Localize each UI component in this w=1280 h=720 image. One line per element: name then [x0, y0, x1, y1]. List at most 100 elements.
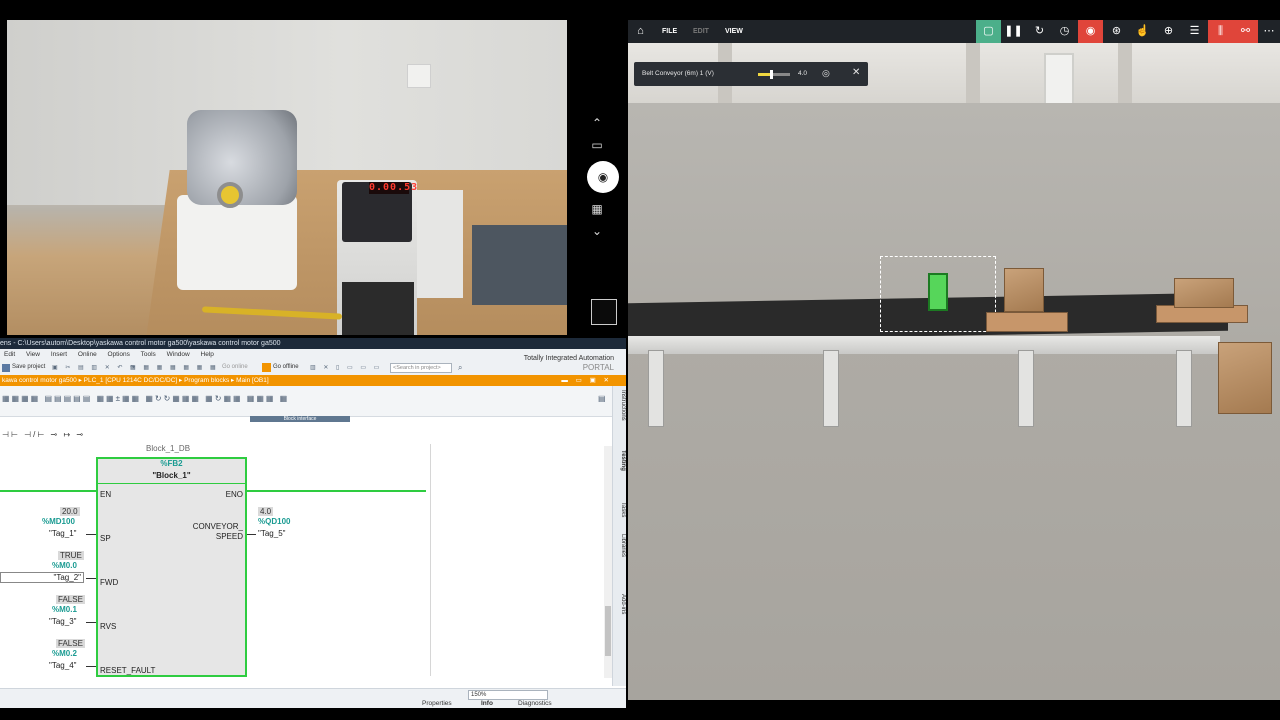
tab-addins[interactable]: Add-ins: [614, 594, 626, 614]
fb-address: %FB2: [160, 459, 183, 468]
go-offline-button[interactable]: Go offline: [273, 364, 299, 370]
menu-edit[interactable]: EDIT: [693, 20, 709, 43]
sim-toolbar: ⌂ FILE EDIT VIEW ▢ ❚❚ ↻ ◷ ◉ ⊛ ☝ ⊕ ☰ ⫼ ⚯ …: [628, 20, 1280, 43]
camera-record-icon[interactable]: ◉: [1078, 20, 1103, 43]
editor-options-icon[interactable]: ▤: [598, 394, 606, 403]
pin-rvs: RVS: [100, 622, 117, 631]
tab-instructions[interactable]: Instructions: [614, 390, 626, 421]
sp-tag[interactable]: "Tag_1": [49, 529, 76, 538]
go-offline-icon: [262, 363, 271, 372]
scrollbar-thumb[interactable]: [605, 606, 611, 656]
zoom-select[interactable]: 150%: [468, 690, 548, 700]
output-tag[interactable]: "Tag_5": [258, 529, 285, 538]
tab-testing[interactable]: Testing: [614, 450, 626, 471]
list-icon[interactable]: ☰: [1182, 20, 1207, 43]
en-wire: [0, 490, 96, 492]
fb-header-divider: [98, 483, 245, 484]
ladder-elements-icon[interactable]: ⊣⊢ ⊣/⊢ ⊸ ↦ ⊸: [2, 430, 85, 439]
menu-view[interactable]: VIEW: [725, 20, 743, 43]
pin-fwd: FWD: [100, 578, 119, 587]
chevron-up-icon[interactable]: ⌃: [589, 115, 605, 131]
edit-tools-icon[interactable]: ▣ ✂ ▤ ▥ ✕ ↶ ↷: [52, 364, 138, 371]
breadcrumb: kawa control motor ga500 ▸ PLC_1 [CPU 12…: [0, 375, 626, 386]
pillar: [1118, 43, 1132, 103]
vertical-scrollbar[interactable]: [604, 446, 612, 678]
pin-reset-fault: RESET_FAULT: [100, 666, 156, 675]
rvs-tag[interactable]: "Tag_3": [49, 617, 76, 626]
rvs-value: FALSE: [56, 595, 85, 604]
home-icon[interactable]: ⌂: [628, 20, 653, 43]
window-controls-icon[interactable]: ▬ ▭ ▣ ✕: [561, 375, 612, 386]
search-icon[interactable]: ⌕: [458, 363, 462, 373]
pallet: [986, 312, 1068, 332]
vfd-base: [342, 282, 414, 335]
vfd-display: 0.00.53: [369, 182, 419, 194]
chevron-down-icon[interactable]: ⌄: [589, 223, 605, 239]
menu-tools[interactable]: Tools: [141, 351, 156, 358]
rvs-address[interactable]: %M0.1: [52, 605, 77, 614]
menu-options[interactable]: Options: [108, 351, 130, 358]
drivers-icon[interactable]: ⚯: [1233, 20, 1258, 43]
conveyor-control-panel: Belt Conveyor (6m) 1 (V) 4.0 ◎ ✕: [634, 62, 868, 86]
sp-value: 20.0: [60, 507, 80, 516]
cardboard-box[interactable]: [1174, 278, 1234, 308]
menu-help[interactable]: Help: [201, 351, 214, 358]
fwd-tag[interactable]: "Tag_2": [0, 572, 84, 583]
editor-tools-icon[interactable]: ▦▦▦▦ ▤▤▤▤▤ ▦▦±▦▦ ▦↻↻▦▦▦ ▦↻▦▦ ▦▦▦ ▦: [2, 394, 289, 403]
hand-icon[interactable]: ☝: [1130, 20, 1155, 43]
pause-icon[interactable]: ❚❚: [1001, 20, 1026, 43]
reset-tag[interactable]: "Tag_4": [49, 661, 76, 670]
camera-icon[interactable]: ◉: [587, 161, 619, 193]
function-block[interactable]: %FB2 "Block_1" EN SP FWD RVS RESET_FAULT…: [96, 457, 247, 677]
menu-edit[interactable]: Edit: [4, 351, 15, 358]
sensor-toggle-icon[interactable]: ⊛: [1104, 20, 1129, 43]
camera-controls: ⌃ ▭ ◉ ▦ ⌄: [567, 20, 627, 335]
tab-properties[interactable]: Properties: [422, 700, 452, 707]
reset-address[interactable]: %M0.2: [52, 649, 77, 658]
pin-en: EN: [100, 490, 112, 499]
menu-insert[interactable]: Insert: [51, 351, 67, 358]
capture-thumbnail[interactable]: [591, 299, 617, 325]
cardboard-box[interactable]: [1004, 268, 1044, 312]
fwd-connector: [86, 578, 96, 579]
speed-slider[interactable]: [758, 70, 790, 79]
more-icon[interactable]: ⋯: [1258, 20, 1280, 43]
timer-icon[interactable]: ◷: [1052, 20, 1077, 43]
search-input[interactable]: <Search in project>: [390, 363, 452, 373]
reset-value: FALSE: [56, 639, 85, 648]
speed-slider-knob[interactable]: [769, 70, 773, 79]
tia-brand: Totally Integrated Automation PORTAL: [524, 354, 614, 372]
menu-file[interactable]: FILE: [662, 20, 677, 43]
reset-icon[interactable]: ↻: [1027, 20, 1052, 43]
target-icon[interactable]: ⊕: [1156, 20, 1181, 43]
grid-divider: [430, 444, 431, 676]
video-icon[interactable]: ▭: [589, 137, 605, 153]
close-icon[interactable]: ✕: [852, 67, 860, 78]
eye-icon[interactable]: ◎: [822, 68, 830, 79]
menu-window[interactable]: Window: [167, 351, 190, 358]
sensor-icon[interactable]: [928, 273, 948, 311]
select-icon[interactable]: ▢: [976, 20, 1001, 43]
output-address[interactable]: %QD100: [258, 517, 290, 526]
fwd-address[interactable]: %M0.0: [52, 561, 77, 570]
save-project-button[interactable]: Save project: [12, 364, 45, 370]
cardboard-box[interactable]: [1218, 342, 1272, 414]
io-icon[interactable]: ⫼: [1208, 20, 1233, 43]
pin-conveyor: CONVEYOR_: [192, 522, 243, 531]
tab-info[interactable]: Info: [481, 700, 493, 707]
go-online-button[interactable]: Go online: [222, 364, 248, 370]
rvs-connector: [86, 622, 96, 623]
breadcrumb-path[interactable]: kawa control motor ga500 ▸ PLC_1 [CPU 12…: [0, 377, 269, 384]
qr-code-icon[interactable]: ▦: [589, 201, 605, 217]
tab-libraries[interactable]: Libraries: [614, 534, 626, 557]
tab-tasks[interactable]: Tasks: [614, 502, 626, 517]
tab-diagnostics[interactable]: Diagnostics: [518, 700, 552, 707]
menu-view[interactable]: View: [26, 351, 40, 358]
sp-address[interactable]: %MD100: [42, 517, 75, 526]
block-interface-tab[interactable]: Block interface: [250, 416, 350, 422]
compile-tools-icon[interactable]: ▦ ▦ ▦ ▦ ▦ ▦ ▦: [130, 364, 219, 371]
camera-feed: 0.00.53: [7, 20, 567, 335]
pillar: [966, 43, 980, 103]
window-tools-icon[interactable]: ▥ ✕ ▯ ▭ ▭ ▭: [310, 364, 382, 371]
menu-online[interactable]: Online: [78, 351, 97, 358]
